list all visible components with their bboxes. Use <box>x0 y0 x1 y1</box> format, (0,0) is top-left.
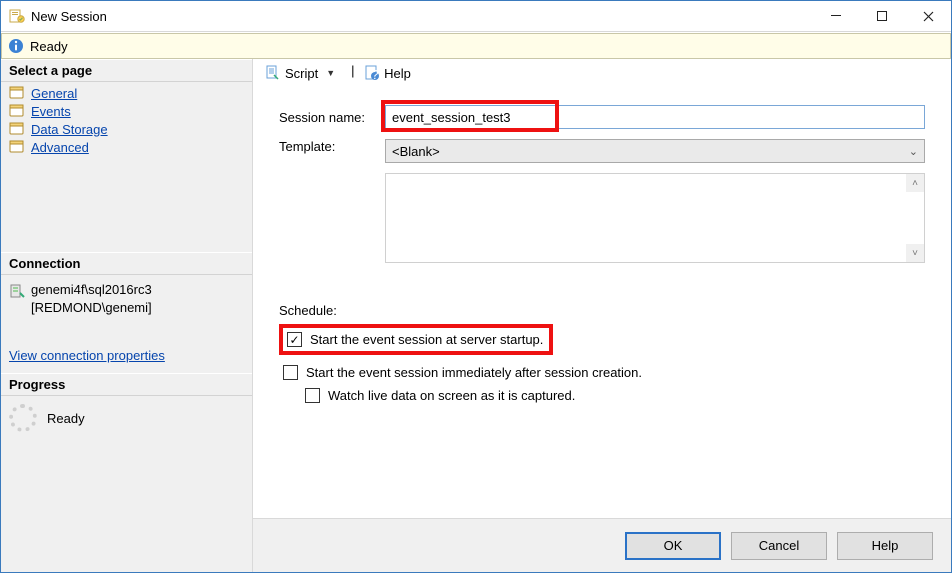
connection-info: genemi4f\sql2016rc3 [REDMOND\genemi] <box>1 275 252 326</box>
toolbar: Script ▼ | ? Help <box>253 59 951 87</box>
start-immediately-label: Start the event session immediately afte… <box>306 365 642 380</box>
help-button[interactable]: ? Help <box>358 63 417 83</box>
nav-label: General <box>31 86 77 101</box>
close-button[interactable] <box>905 1 951 31</box>
schedule-header: Schedule: <box>279 303 925 318</box>
nav-label: Events <box>31 104 71 119</box>
session-name-label: Session name: <box>279 110 385 125</box>
nav-item-events[interactable]: Events <box>1 102 252 120</box>
general-form: Session name: Template: <Blank> ⌄ ˄ ˅ <box>253 87 951 407</box>
select-page-header: Select a page <box>1 59 252 82</box>
template-description-box[interactable]: ˄ ˅ <box>385 173 925 263</box>
window-title: New Session <box>31 9 813 24</box>
ok-button[interactable]: OK <box>625 532 721 560</box>
toolbar-separator: | <box>351 63 352 83</box>
scroll-up-icon[interactable]: ˄ <box>906 174 924 192</box>
ready-status-text: Ready <box>30 39 68 54</box>
page-icon <box>9 139 25 155</box>
startup-checkbox[interactable] <box>287 332 302 347</box>
script-label: Script <box>285 66 318 81</box>
titlebar: New Session <box>1 1 951 32</box>
maximize-button[interactable] <box>859 1 905 31</box>
progress-spinner-icon <box>9 404 37 432</box>
nav-item-general[interactable]: General <box>1 84 252 102</box>
startup-checkbox-label: Start the event session at server startu… <box>310 332 543 347</box>
help-label: Help <box>384 66 411 81</box>
highlight-startup-checkbox: Start the event session at server startu… <box>279 324 553 355</box>
watch-live-data-checkbox[interactable] <box>305 388 320 403</box>
progress-text: Ready <box>47 411 85 426</box>
right-panel: Script ▼ | ? Help Session name: <box>253 59 951 572</box>
page-icon <box>9 85 25 101</box>
connection-header: Connection <box>1 252 252 275</box>
nav-label: Data Storage <box>31 122 108 137</box>
start-immediately-checkbox[interactable] <box>283 365 298 380</box>
template-select[interactable]: <Blank> ⌄ <box>385 139 925 163</box>
session-name-input[interactable] <box>385 105 925 129</box>
page-icon <box>9 103 25 119</box>
minimize-button[interactable] <box>813 1 859 31</box>
cancel-button[interactable]: Cancel <box>731 532 827 560</box>
connection-server: genemi4f\sql2016rc3 <box>31 281 152 299</box>
window-buttons <box>813 1 951 31</box>
ready-status-bar: Ready <box>1 33 951 59</box>
new-session-dialog: New Session Ready Select a page General <box>0 0 952 573</box>
script-button[interactable]: Script ▼ <box>259 63 345 83</box>
chevron-down-icon[interactable]: ▼ <box>322 68 339 78</box>
dialog-footer: OK Cancel Help <box>253 518 951 572</box>
help-button-footer[interactable]: Help <box>837 532 933 560</box>
progress-block: Ready <box>1 396 252 440</box>
script-icon <box>265 65 281 81</box>
svg-text:?: ? <box>372 67 379 81</box>
help-icon: ? <box>364 65 380 81</box>
view-connection-properties-link[interactable]: View connection properties <box>1 342 252 373</box>
server-icon <box>9 283 25 299</box>
connection-user: [REDMOND\genemi] <box>31 299 152 317</box>
page-icon <box>9 121 25 137</box>
template-value: <Blank> <box>392 144 440 159</box>
left-panel: Select a page General Events Data Storag… <box>1 59 253 572</box>
nav-item-advanced[interactable]: Advanced <box>1 138 252 156</box>
info-icon <box>8 38 24 54</box>
nav-label: Advanced <box>31 140 89 155</box>
page-nav: General Events Data Storage Advanced <box>1 82 252 162</box>
app-icon <box>9 8 25 24</box>
template-label: Template: <box>279 139 385 154</box>
watch-live-data-label: Watch live data on screen as it is captu… <box>328 388 575 403</box>
nav-item-data-storage[interactable]: Data Storage <box>1 120 252 138</box>
chevron-down-icon: ⌄ <box>909 145 918 158</box>
progress-header: Progress <box>1 373 252 396</box>
scroll-down-icon[interactable]: ˅ <box>906 244 924 262</box>
